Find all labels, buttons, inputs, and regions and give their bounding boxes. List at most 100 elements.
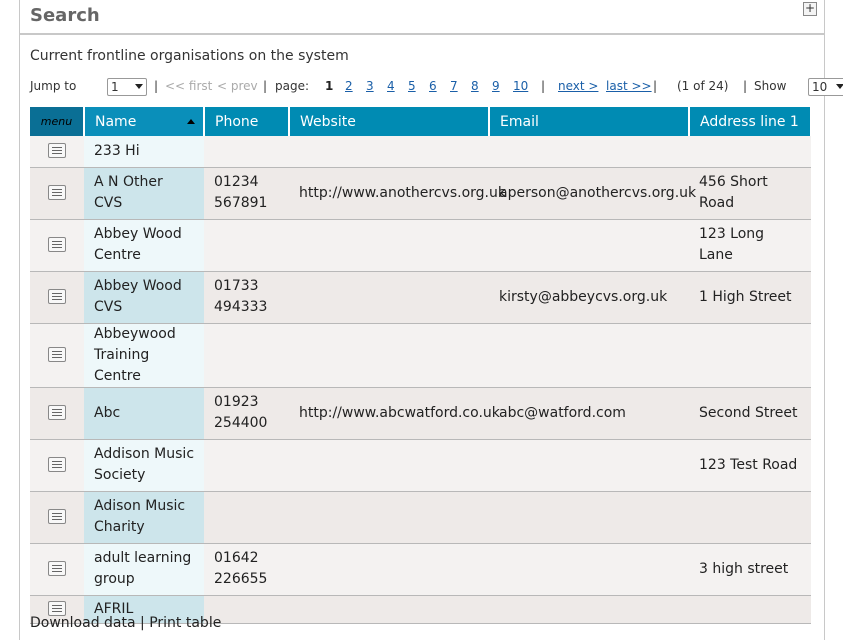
row-menu-icon[interactable]: [48, 237, 66, 252]
chevron-down-icon: [836, 84, 843, 89]
cell-name: Addison Music Society: [84, 439, 204, 492]
cell-phone: [204, 491, 289, 544]
cell-address: [689, 136, 811, 168]
page-size-select[interactable]: 10: [808, 78, 843, 96]
page-label: page:: [275, 79, 310, 93]
column-header-menu[interactable]: menu: [30, 107, 85, 136]
table-row[interactable]: Addison Music Society 123 Test Road: [30, 439, 811, 492]
pager-separator: |: [263, 79, 268, 93]
last-page-link[interactable]: last >>: [606, 79, 652, 93]
page-link-2[interactable]: 2: [345, 79, 353, 93]
next-page-link[interactable]: next >: [558, 79, 598, 93]
cell-phone: [204, 439, 289, 492]
cell-name: Abbey Wood Centre: [84, 219, 204, 272]
cell-name: adult learning group: [84, 543, 204, 596]
pager-separator: |: [154, 79, 159, 93]
row-menu-icon[interactable]: [48, 289, 66, 304]
row-menu-icon[interactable]: [48, 405, 66, 420]
table-row[interactable]: 233 Hi: [30, 136, 811, 168]
cell-address: 456 Short Road: [689, 167, 811, 220]
cell-phone: 01234 567891: [204, 167, 289, 220]
page-link-9[interactable]: 9: [492, 79, 500, 93]
row-menu-cell: [30, 136, 84, 168]
sort-ascending-icon: [187, 119, 195, 124]
cell-website: [289, 323, 489, 388]
row-menu-icon[interactable]: [48, 509, 66, 524]
row-menu-icon[interactable]: [48, 561, 66, 576]
table-row[interactable]: adult learning group 01642 226655 3 high s…: [30, 543, 811, 596]
cell-email: [489, 595, 689, 624]
cell-website: [289, 543, 489, 596]
pager-separator: |: [653, 79, 658, 93]
cell-address: 123 Test Road: [689, 439, 811, 492]
page-link-3[interactable]: 3: [366, 79, 374, 93]
table-row[interactable]: A N Other CVS 01234 567891 http://www.anot…: [30, 167, 811, 220]
row-menu-icon[interactable]: [48, 347, 66, 362]
pager-separator: |: [541, 79, 546, 93]
show-label: Show: [754, 79, 787, 93]
cell-address: 1 High Street: [689, 271, 811, 324]
download-data-link[interactable]: Download data: [30, 615, 136, 631]
table-row[interactable]: Abc 01923 254400 http://www.abcwatford.co.…: [30, 387, 811, 440]
page-link-5[interactable]: 5: [408, 79, 416, 93]
row-menu-icon[interactable]: [48, 143, 66, 159]
search-panel: Search + Current frontline organisations…: [19, 0, 843, 640]
row-menu-cell: [30, 439, 84, 492]
cell-website: http://www.anothercvs.org.uk: [289, 167, 506, 220]
column-header-address[interactable]: Address line 1: [689, 107, 812, 136]
prev-page-link[interactable]: < prev: [217, 79, 258, 93]
cell-address: [689, 595, 811, 624]
cell-website: [289, 595, 489, 624]
cell-address: [689, 491, 811, 544]
cell-website: [289, 271, 489, 324]
cell-email: aperson@anothercvs.org.uk: [489, 167, 696, 220]
page-link-10[interactable]: 10: [513, 79, 528, 93]
footer-separator: |: [140, 615, 145, 631]
column-header-name-label: Name: [95, 113, 137, 130]
cell-name: Adison Music Charity: [84, 491, 204, 544]
cell-email: [489, 439, 689, 492]
expand-icon[interactable]: +: [803, 2, 817, 16]
row-menu-icon[interactable]: [48, 185, 66, 200]
jump-to-label: Jump to: [30, 79, 77, 93]
first-page-link[interactable]: << first: [165, 79, 212, 93]
jump-to-select[interactable]: 1: [107, 78, 147, 96]
cell-address: 3 high street: [689, 543, 811, 596]
cell-email: abc@watford.com: [489, 387, 689, 440]
row-menu-cell: [30, 543, 84, 596]
cell-website: [289, 491, 489, 544]
column-header-website[interactable]: Website: [289, 107, 490, 136]
cell-phone: 01733 494333: [204, 271, 289, 324]
cell-email: [489, 543, 689, 596]
column-header-phone[interactable]: Phone: [204, 107, 290, 136]
table-row[interactable]: Abbey Wood Centre 123 Long Lane: [30, 219, 811, 272]
cell-phone: [204, 219, 289, 272]
page-link-8[interactable]: 8: [471, 79, 479, 93]
page-link-7[interactable]: 7: [450, 79, 458, 93]
cell-phone: 01923 254400: [204, 387, 289, 440]
table-row[interactable]: Adison Music Charity: [30, 491, 811, 544]
table-row[interactable]: Abbey Wood CVS 01733 494333 kirsty@abbeycv…: [30, 271, 811, 324]
page-link-4[interactable]: 4: [387, 79, 395, 93]
cell-email: [489, 136, 689, 168]
panel-header: Search +: [20, 0, 824, 35]
current-page: 1: [325, 79, 334, 93]
cell-address: [689, 323, 811, 388]
page-position: (1 of 24): [677, 79, 729, 93]
cell-email: [489, 491, 689, 544]
print-table-link[interactable]: Print table: [149, 615, 221, 631]
cell-email: [489, 219, 689, 272]
jump-to-value: 1: [111, 80, 119, 94]
row-menu-icon[interactable]: [48, 601, 66, 616]
panel-title: Search: [30, 5, 100, 26]
cell-website: [289, 219, 489, 272]
table-row[interactable]: Abbeywood Training Centre: [30, 323, 811, 388]
pager-separator: |: [743, 79, 748, 93]
page-link-6[interactable]: 6: [429, 79, 437, 93]
cell-email: [489, 323, 689, 388]
chevron-down-icon: [135, 84, 143, 89]
row-menu-icon[interactable]: [48, 457, 66, 472]
column-header-email[interactable]: Email: [489, 107, 690, 136]
row-menu-cell: [30, 387, 84, 440]
column-header-name[interactable]: Name: [84, 107, 205, 136]
